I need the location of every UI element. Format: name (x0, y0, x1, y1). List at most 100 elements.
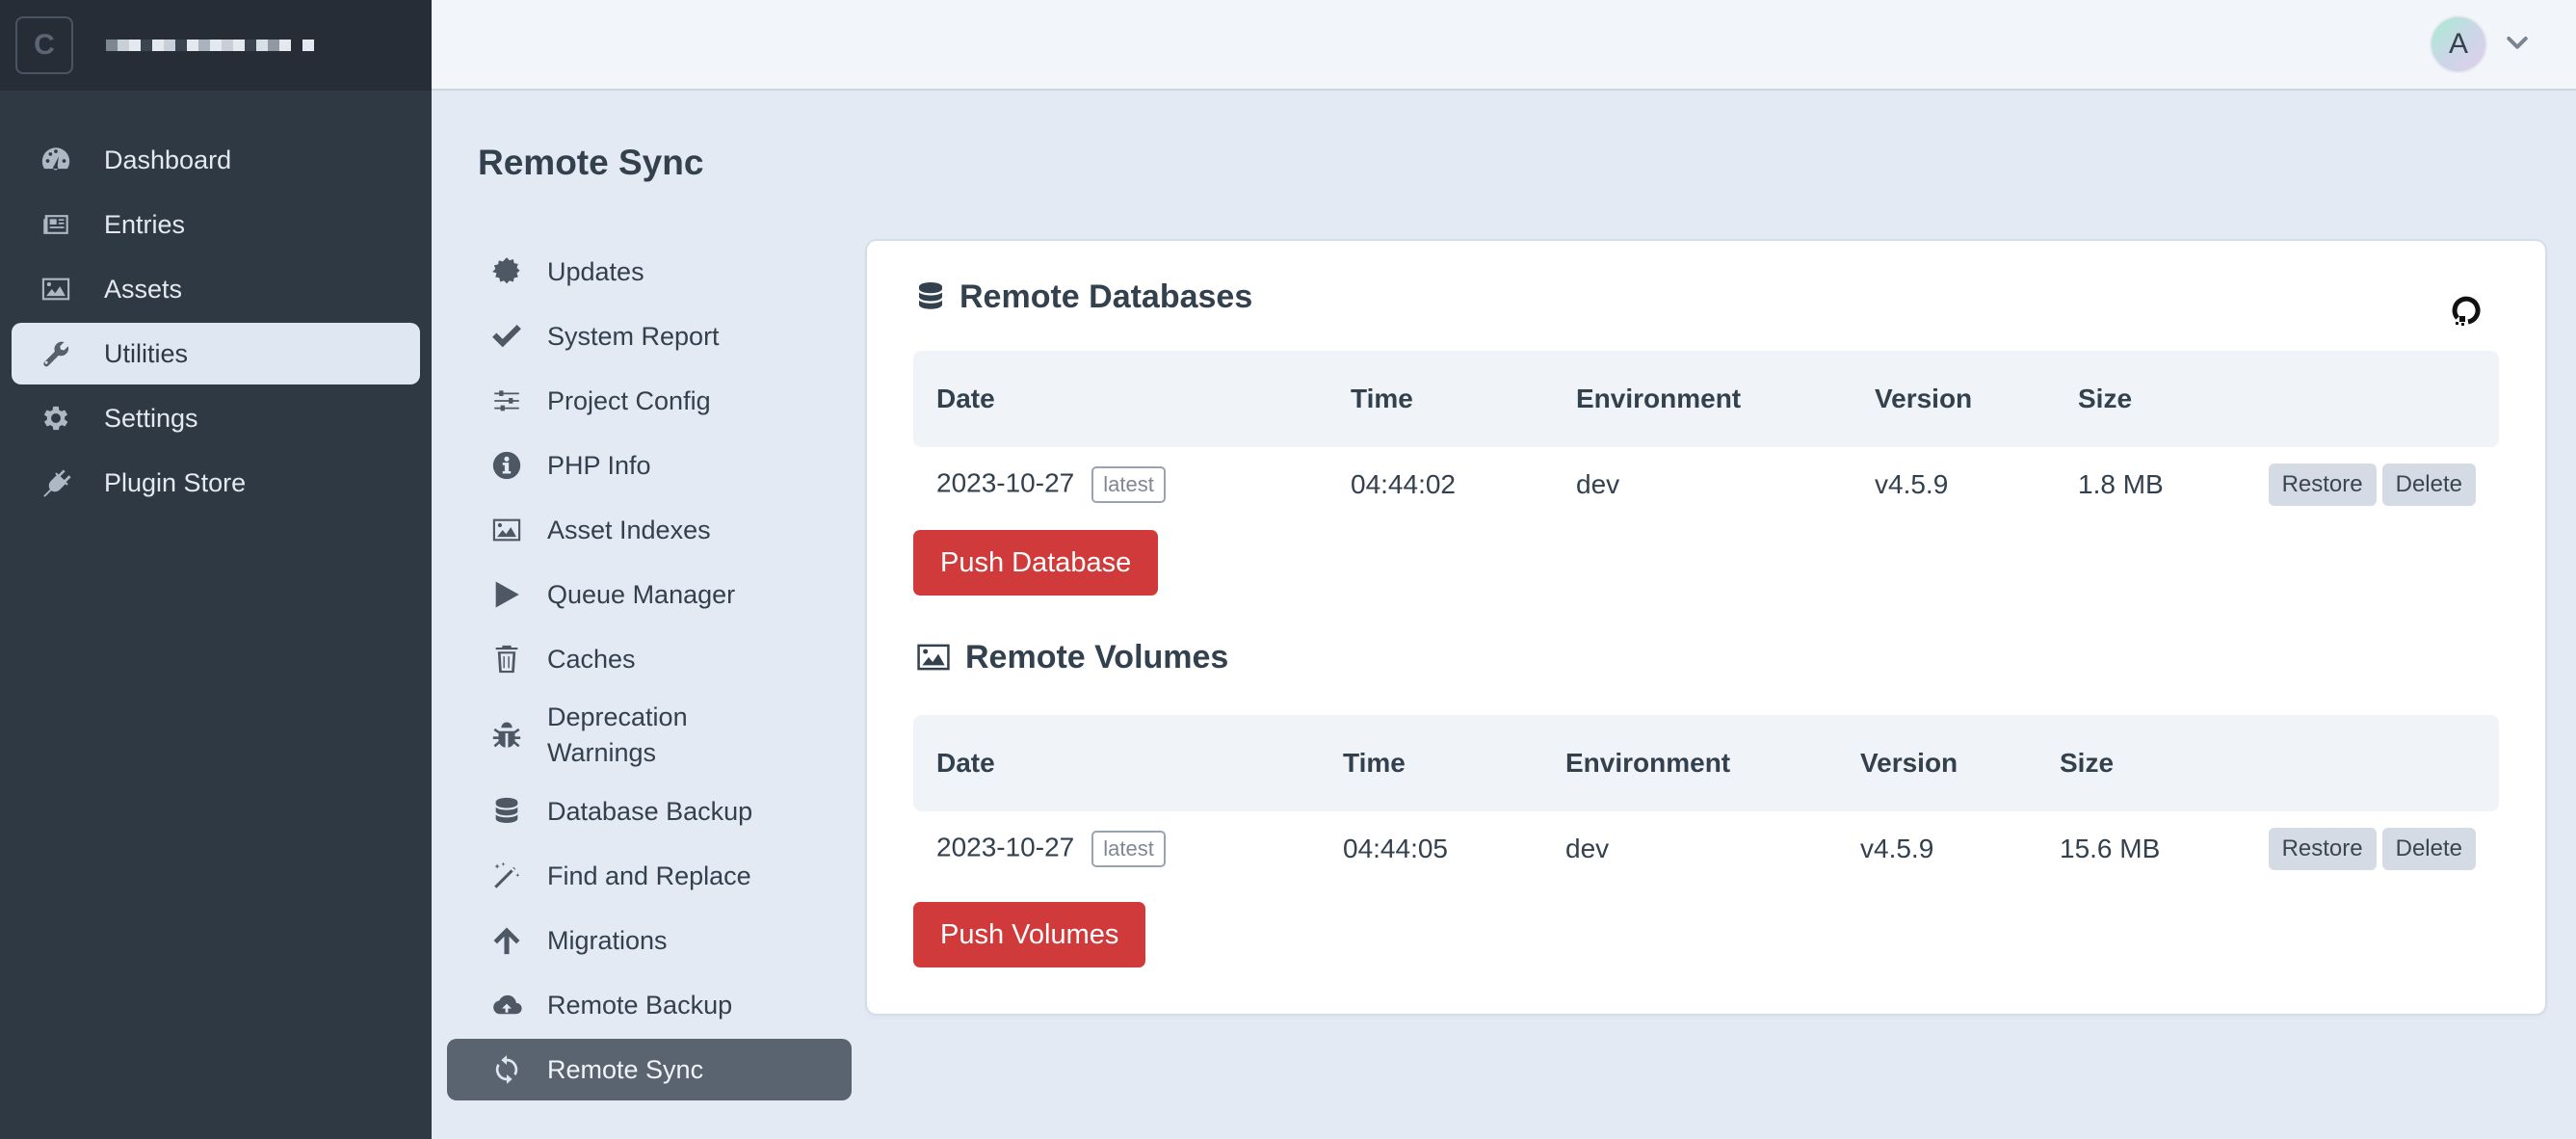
column-header: Size (2078, 384, 2133, 413)
utility-item-queue-manager[interactable]: Queue Manager (447, 564, 852, 625)
trash-icon (489, 642, 524, 676)
user-avatar[interactable]: A (2430, 15, 2487, 73)
volumes-heading: Remote Volumes (913, 638, 1228, 676)
nav-item-utilities[interactable]: Utilities (12, 323, 420, 384)
databases-heading: Remote Databases (913, 278, 1252, 316)
utility-item-php-info[interactable]: PHP Info (447, 435, 852, 496)
utility-label: Remote Backup (547, 990, 733, 1020)
utility-item-remote-backup[interactable]: Remote Backup (447, 974, 852, 1036)
environment-cell: dev (1576, 469, 1620, 499)
utility-label: PHP Info (547, 450, 651, 480)
loading-spinner-icon (2447, 291, 2485, 330)
date-value: 2023-10-27 (936, 832, 1075, 862)
utilities-nav: Updates System Report Project Config PHP… (447, 241, 852, 1103)
date-cell: 2023-10-27 latest (913, 447, 1327, 522)
utility-item-find-and-replace[interactable]: Find and Replace (447, 845, 852, 907)
environment-cell: dev (1565, 834, 1610, 863)
database-icon (913, 278, 948, 316)
date-value: 2023-10-27 (936, 467, 1075, 498)
arrow-up-icon (489, 923, 524, 958)
nav-label: Entries (104, 209, 186, 239)
sliders-icon (489, 384, 524, 418)
utility-label: Deprecation Warnings (547, 702, 688, 767)
column-header: Version (1860, 748, 1958, 778)
remote-sync-card: Remote Databases Date Time Environment V… (867, 241, 2545, 1014)
section-title-text: Remote Volumes (965, 638, 1229, 675)
database-icon (489, 794, 524, 829)
push-volumes-button[interactable]: Push Volumes (913, 902, 1146, 967)
table-header-row: Date Time Environment Version Size (913, 351, 2499, 447)
table-row: 2023-10-27 latest 04:44:02 dev v4.5.9 1.8… (913, 447, 2499, 522)
nav-item-entries[interactable]: Entries (12, 194, 420, 255)
nav-label: Settings (104, 403, 198, 433)
utility-item-migrations[interactable]: Migrations (447, 910, 852, 971)
play-icon (489, 577, 524, 612)
info-circle-icon (489, 448, 524, 483)
nav-item-plugin-store[interactable]: Plugin Store (12, 452, 420, 514)
utility-label: Remote Sync (547, 1054, 704, 1084)
bug-icon (489, 718, 524, 753)
page-title: Remote Sync (478, 143, 704, 182)
table-header-row: Date Time Environment Version Size (913, 715, 2499, 811)
delete-button[interactable]: Delete (2381, 464, 2476, 506)
volumes-table: Date Time Environment Version Size 2023-… (913, 715, 2499, 887)
top-header: A (432, 0, 2576, 91)
utility-label: Queue Manager (547, 579, 736, 609)
plug-icon (39, 465, 73, 500)
utility-label: Migrations (547, 925, 668, 955)
utility-label: System Report (547, 321, 720, 351)
size-cell: 15.6 MB (2060, 834, 2161, 863)
utility-item-database-backup[interactable]: Database Backup (447, 781, 852, 842)
nav-item-assets[interactable]: Assets (12, 258, 420, 320)
size-cell: 1.8 MB (2078, 469, 2164, 499)
utility-label: Project Config (547, 385, 711, 415)
push-database-button[interactable]: Push Database (913, 530, 1159, 596)
image-icon (489, 513, 524, 547)
badge-icon (489, 254, 524, 289)
site-header: C (0, 0, 432, 91)
utility-label: Caches (547, 644, 636, 674)
nav-label: Dashboard (104, 145, 232, 174)
section-title-text: Remote Databases (959, 278, 1253, 315)
image-icon (39, 272, 73, 306)
check-icon (489, 319, 524, 354)
latest-badge: latest (1091, 466, 1166, 503)
utility-label: Updates (547, 256, 644, 286)
global-nav: Dashboard Entries Assets Utilities Setti… (0, 91, 432, 514)
chevron-down-icon[interactable] (2503, 29, 2532, 58)
sync-icon (489, 1052, 524, 1087)
gear-icon (39, 401, 73, 436)
wrench-icon (39, 336, 73, 371)
date-cell: 2023-10-27 latest (913, 811, 1320, 887)
global-sidebar: C Dashboard Entries Assets Utilities Set… (0, 0, 432, 1139)
nav-item-settings[interactable]: Settings (12, 387, 420, 449)
nav-item-dashboard[interactable]: Dashboard (12, 129, 420, 191)
delete-button[interactable]: Delete (2381, 828, 2476, 870)
time-cell: 04:44:02 (1351, 469, 1456, 499)
newspaper-icon (39, 207, 73, 242)
column-header: Date (936, 384, 995, 413)
column-header: Date (936, 748, 995, 778)
restore-button[interactable]: Restore (2268, 464, 2377, 506)
magic-wand-icon (489, 859, 524, 893)
column-header-actions (2239, 715, 2499, 811)
utility-item-project-config[interactable]: Project Config (447, 370, 852, 432)
column-header: Time (1343, 748, 1406, 778)
site-logo[interactable]: C (15, 16, 73, 74)
site-name-obscured[interactable] (106, 29, 314, 62)
column-header: Time (1351, 384, 1413, 413)
actions-cell: Restore Delete (2239, 811, 2499, 887)
image-icon (913, 638, 954, 676)
column-header-actions (2238, 351, 2499, 447)
utility-item-asset-indexes[interactable]: Asset Indexes (447, 499, 852, 561)
utility-item-deprecation-warnings[interactable]: Deprecation Warnings (447, 693, 852, 778)
utility-item-remote-sync[interactable]: Remote Sync (447, 1039, 852, 1100)
utility-item-caches[interactable]: Caches (447, 628, 852, 690)
nav-label: Utilities (104, 338, 189, 368)
utility-item-system-report[interactable]: System Report (447, 305, 852, 367)
restore-button[interactable]: Restore (2268, 828, 2377, 870)
version-cell: v4.5.9 (1860, 834, 1934, 863)
column-header: Version (1875, 384, 1973, 413)
utility-item-updates[interactable]: Updates (447, 241, 852, 303)
utility-label: Asset Indexes (547, 515, 711, 544)
